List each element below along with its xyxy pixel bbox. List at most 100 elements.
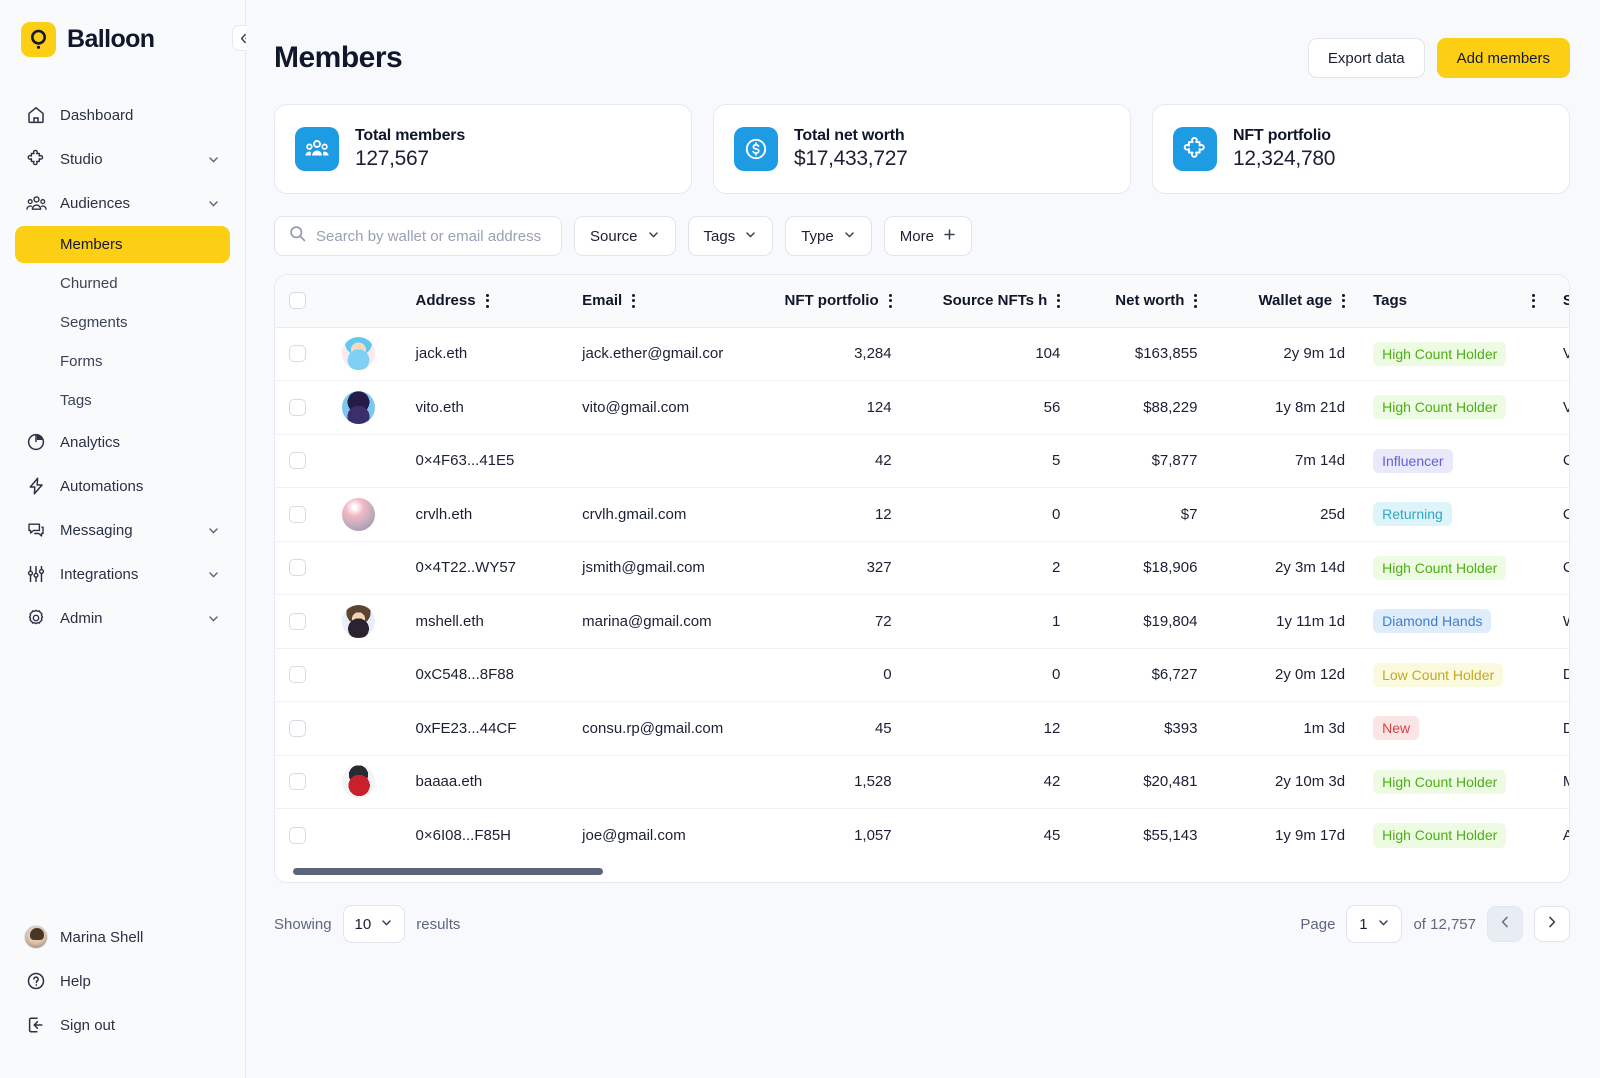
sidebar-subitem-label: Segments (60, 314, 128, 331)
table-row[interactable]: 0×6I08...F85H joe@gmail.com 1,057 45 $55,143… (275, 809, 1569, 863)
chevron-down-icon (647, 228, 660, 245)
row-select-cell (275, 380, 341, 435)
table-row[interactable]: 0×4F63...41E5 425$7,8777m 14d Influencer CS (275, 434, 1569, 488)
table-row[interactable]: 0×4T22..WY57 jsmith@gmail.com 327 2 $18,906 2… (275, 541, 1569, 595)
row-checkbox[interactable] (289, 666, 306, 684)
export-data-button[interactable]: Export data (1307, 38, 1425, 78)
sidebar-item-label: Messaging (60, 521, 133, 539)
table-row[interactable]: 0xFE23...44CF consu.rp@gmail.com 45 12 $393 1… (275, 701, 1569, 756)
row-checkbox[interactable] (289, 559, 306, 577)
column-menu-icon[interactable] (1057, 293, 1061, 308)
cell-source: Dis (1548, 648, 1569, 702)
chevron-down-icon (380, 916, 393, 933)
sidebar-item-audiences[interactable]: Audiences (15, 182, 230, 224)
scrollbar-thumb[interactable] (293, 868, 603, 875)
sidebar: Balloon Dashboard Studio Audiences Membe… (0, 0, 258, 1078)
column-menu-icon[interactable] (632, 293, 636, 308)
cell-tags: High Count Holder (1359, 809, 1549, 863)
filter-type[interactable]: Type (785, 216, 872, 256)
sidebar-item-studio[interactable]: Studio (15, 138, 230, 180)
sidebar-item-dashboard[interactable]: Dashboard (15, 94, 230, 136)
chat-icon (25, 519, 47, 541)
column-menu-icon[interactable] (485, 293, 489, 308)
cell-nft-portfolio: 72 (749, 594, 906, 649)
select-all-checkbox[interactable] (289, 292, 306, 310)
filter-source[interactable]: Source (574, 216, 676, 256)
filter-more[interactable]: More (883, 216, 972, 256)
gear-icon (25, 607, 47, 629)
search-box[interactable] (274, 216, 562, 256)
row-checkbox[interactable] (289, 505, 306, 523)
brand[interactable]: Balloon (0, 0, 245, 57)
chevron-down-icon (207, 153, 220, 166)
row-checkbox[interactable] (289, 773, 306, 791)
sidebar-item-integrations[interactable]: Integrations (15, 553, 230, 595)
table-row[interactable]: crvlh.eth crvlh.gmail.com 12 0 $7 25d Returnin… (275, 487, 1569, 542)
column-header-nft-portfolio: NFT portfolio (749, 275, 906, 328)
row-avatar-cell (340, 327, 402, 381)
status-badge: Returning (1373, 502, 1452, 527)
page-size-controls: Showing 10 results (274, 905, 460, 943)
column-menu-icon[interactable] (1342, 293, 1346, 308)
sidebar-item-automations[interactable]: Automations (15, 465, 230, 507)
column-label: Sou (1563, 292, 1569, 309)
sidebar-item-label: Analytics (60, 433, 121, 451)
cell-address: 0×6I08...F85H (415, 827, 512, 844)
sidebar-item-segments[interactable]: Segments (15, 304, 230, 341)
table-row[interactable]: vito.eth vito@gmail.com 124 56 $88,229 1y 8m … (275, 380, 1569, 435)
search-input[interactable] (316, 227, 547, 245)
column-menu-icon[interactable] (1194, 293, 1198, 308)
column-menu-icon[interactable] (888, 293, 892, 308)
stat-text: NFT portfolio 12,324,780 (1233, 127, 1335, 171)
sidebar-item-churned[interactable]: Churned (15, 265, 230, 302)
row-avatar-cell (340, 594, 402, 649)
table-row[interactable]: baaaa.eth 1,528 42 $20,481 2y 10m 3d High Cou… (275, 755, 1569, 809)
row-select-cell (275, 434, 341, 488)
sidebar-item-messaging[interactable]: Messaging (15, 509, 230, 551)
column-menu-icon[interactable] (1531, 293, 1535, 308)
sidebar-item-label: Studio (60, 150, 103, 168)
next-page-button[interactable] (1534, 906, 1570, 942)
column-label: NFT portfolio (784, 292, 879, 310)
avatar (342, 497, 376, 531)
sidebar-item-label: Audiences (60, 194, 131, 212)
page-size-select[interactable]: 10 (342, 905, 406, 943)
add-members-button[interactable]: Add members (1436, 38, 1570, 78)
previous-page-button[interactable] (1487, 906, 1523, 942)
brand-name: Balloon (67, 25, 155, 53)
sidebar-item-members[interactable]: Members (15, 226, 230, 263)
filter-toolbar: Source Tags Type More (246, 194, 1600, 256)
table-row[interactable]: mshell.eth marina@gmail.com 72 1 $19,804 1y 1… (275, 594, 1569, 649)
stat-value: 12,324,780 (1233, 147, 1336, 170)
cell-source-nfts: 5 (905, 434, 1075, 488)
sidebar-item-admin[interactable]: Admin (15, 597, 230, 639)
cell-source-nfts: 2 (905, 541, 1075, 595)
row-checkbox[interactable] (289, 827, 306, 844)
sidebar-user-profile[interactable]: Marina Shell (15, 916, 230, 958)
cell-nft-portfolio: 3,284 (749, 327, 906, 381)
stat-value: $17,433,727 (794, 147, 908, 170)
row-select-cell (275, 701, 341, 756)
row-checkbox[interactable] (289, 719, 306, 737)
table-row[interactable]: 0xC548...8F88 0 0 $6,727 2y 0m 12d Low Count … (275, 648, 1569, 702)
row-checkbox[interactable] (289, 452, 306, 470)
page-number-select[interactable]: 1 (1346, 905, 1403, 943)
table-row[interactable]: jack.eth jack.ether@gmail.cor 3,284 104 $163… (275, 327, 1569, 381)
sidebar-item-help[interactable]: Help (15, 960, 230, 1002)
sidebar-item-analytics[interactable]: Analytics (15, 421, 230, 463)
sidebar-item-tags[interactable]: Tags (15, 382, 230, 419)
sidebar-item-sign-out[interactable]: Sign out (15, 1004, 230, 1046)
table-horizontal-scrollbar[interactable] (275, 862, 1569, 882)
row-select-cell (275, 541, 341, 595)
column-header-source-nfts: Source NFTs h (905, 275, 1075, 328)
sidebar-item-label: Automations (60, 477, 144, 495)
cell-email (568, 755, 750, 809)
row-checkbox[interactable] (289, 398, 306, 416)
row-checkbox[interactable] (289, 612, 306, 630)
filter-tags[interactable]: Tags (687, 216, 774, 256)
row-select-cell (275, 809, 340, 863)
sidebar-item-forms[interactable]: Forms (15, 343, 230, 380)
sidebar-subitem-label: Members (60, 236, 123, 253)
row-checkbox[interactable] (289, 345, 306, 363)
column-label: Email (582, 292, 623, 310)
